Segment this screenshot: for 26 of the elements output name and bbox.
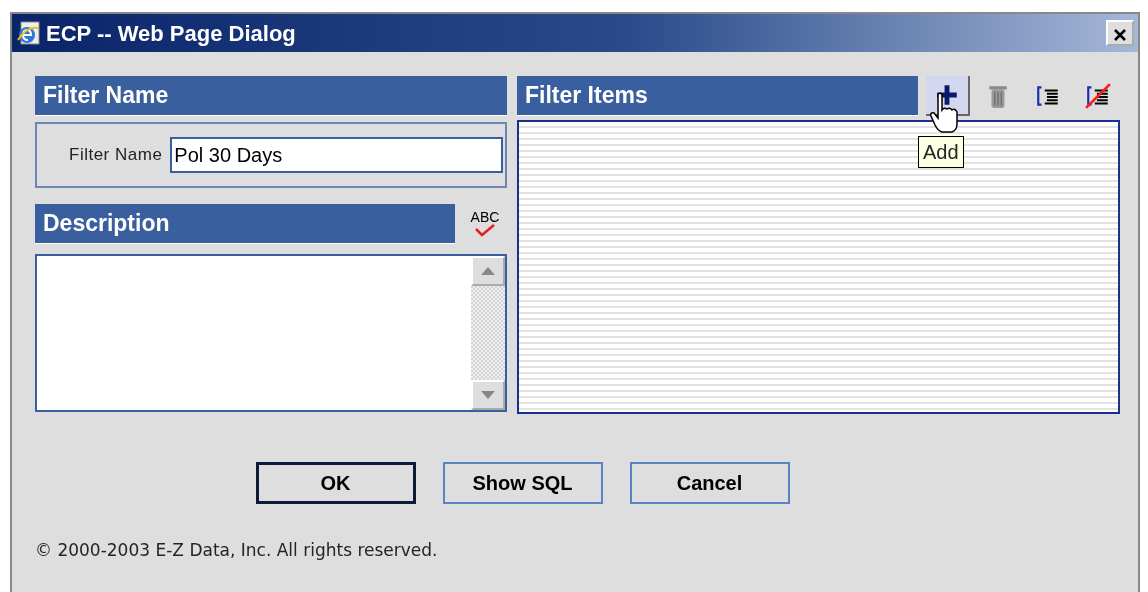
indent-icon xyxy=(1035,83,1061,109)
up-arrow-icon xyxy=(481,267,495,275)
filter-items-list[interactable] xyxy=(517,120,1120,414)
filter-name-field[interactable]: Pol 30 Days xyxy=(170,137,503,173)
tooltip: Add xyxy=(918,136,964,168)
field-label: Filter Name xyxy=(69,144,163,167)
down-arrow-icon xyxy=(481,391,495,399)
window-title: ECP -- Web Page Dialog xyxy=(46,19,296,48)
dialog-button[interactable]: OK xyxy=(255,462,416,504)
scroll-down-button[interactable] xyxy=(471,380,505,410)
hand-pointer-icon xyxy=(930,92,960,134)
scrollbar[interactable] xyxy=(471,256,505,410)
spellcheck-button[interactable]: ABC xyxy=(463,210,507,238)
dialog-button[interactable]: Cancel xyxy=(629,462,790,504)
dialog-button[interactable]: Show SQL xyxy=(442,462,603,504)
clear-list-icon xyxy=(1085,83,1111,109)
copyright-text: © 2000-2003 E-Z Data, Inc. All rights reserved. xyxy=(35,539,439,562)
globe-icon xyxy=(16,20,42,46)
close-button[interactable] xyxy=(1106,20,1134,46)
panel-header: Description xyxy=(35,204,455,244)
panel-header: Filter Items xyxy=(517,76,918,116)
close-icon xyxy=(1113,27,1127,42)
scroll-up-button[interactable] xyxy=(471,256,505,286)
check-icon xyxy=(473,224,497,238)
panel-header: Filter Name xyxy=(35,76,507,116)
description-field[interactable] xyxy=(35,254,507,412)
